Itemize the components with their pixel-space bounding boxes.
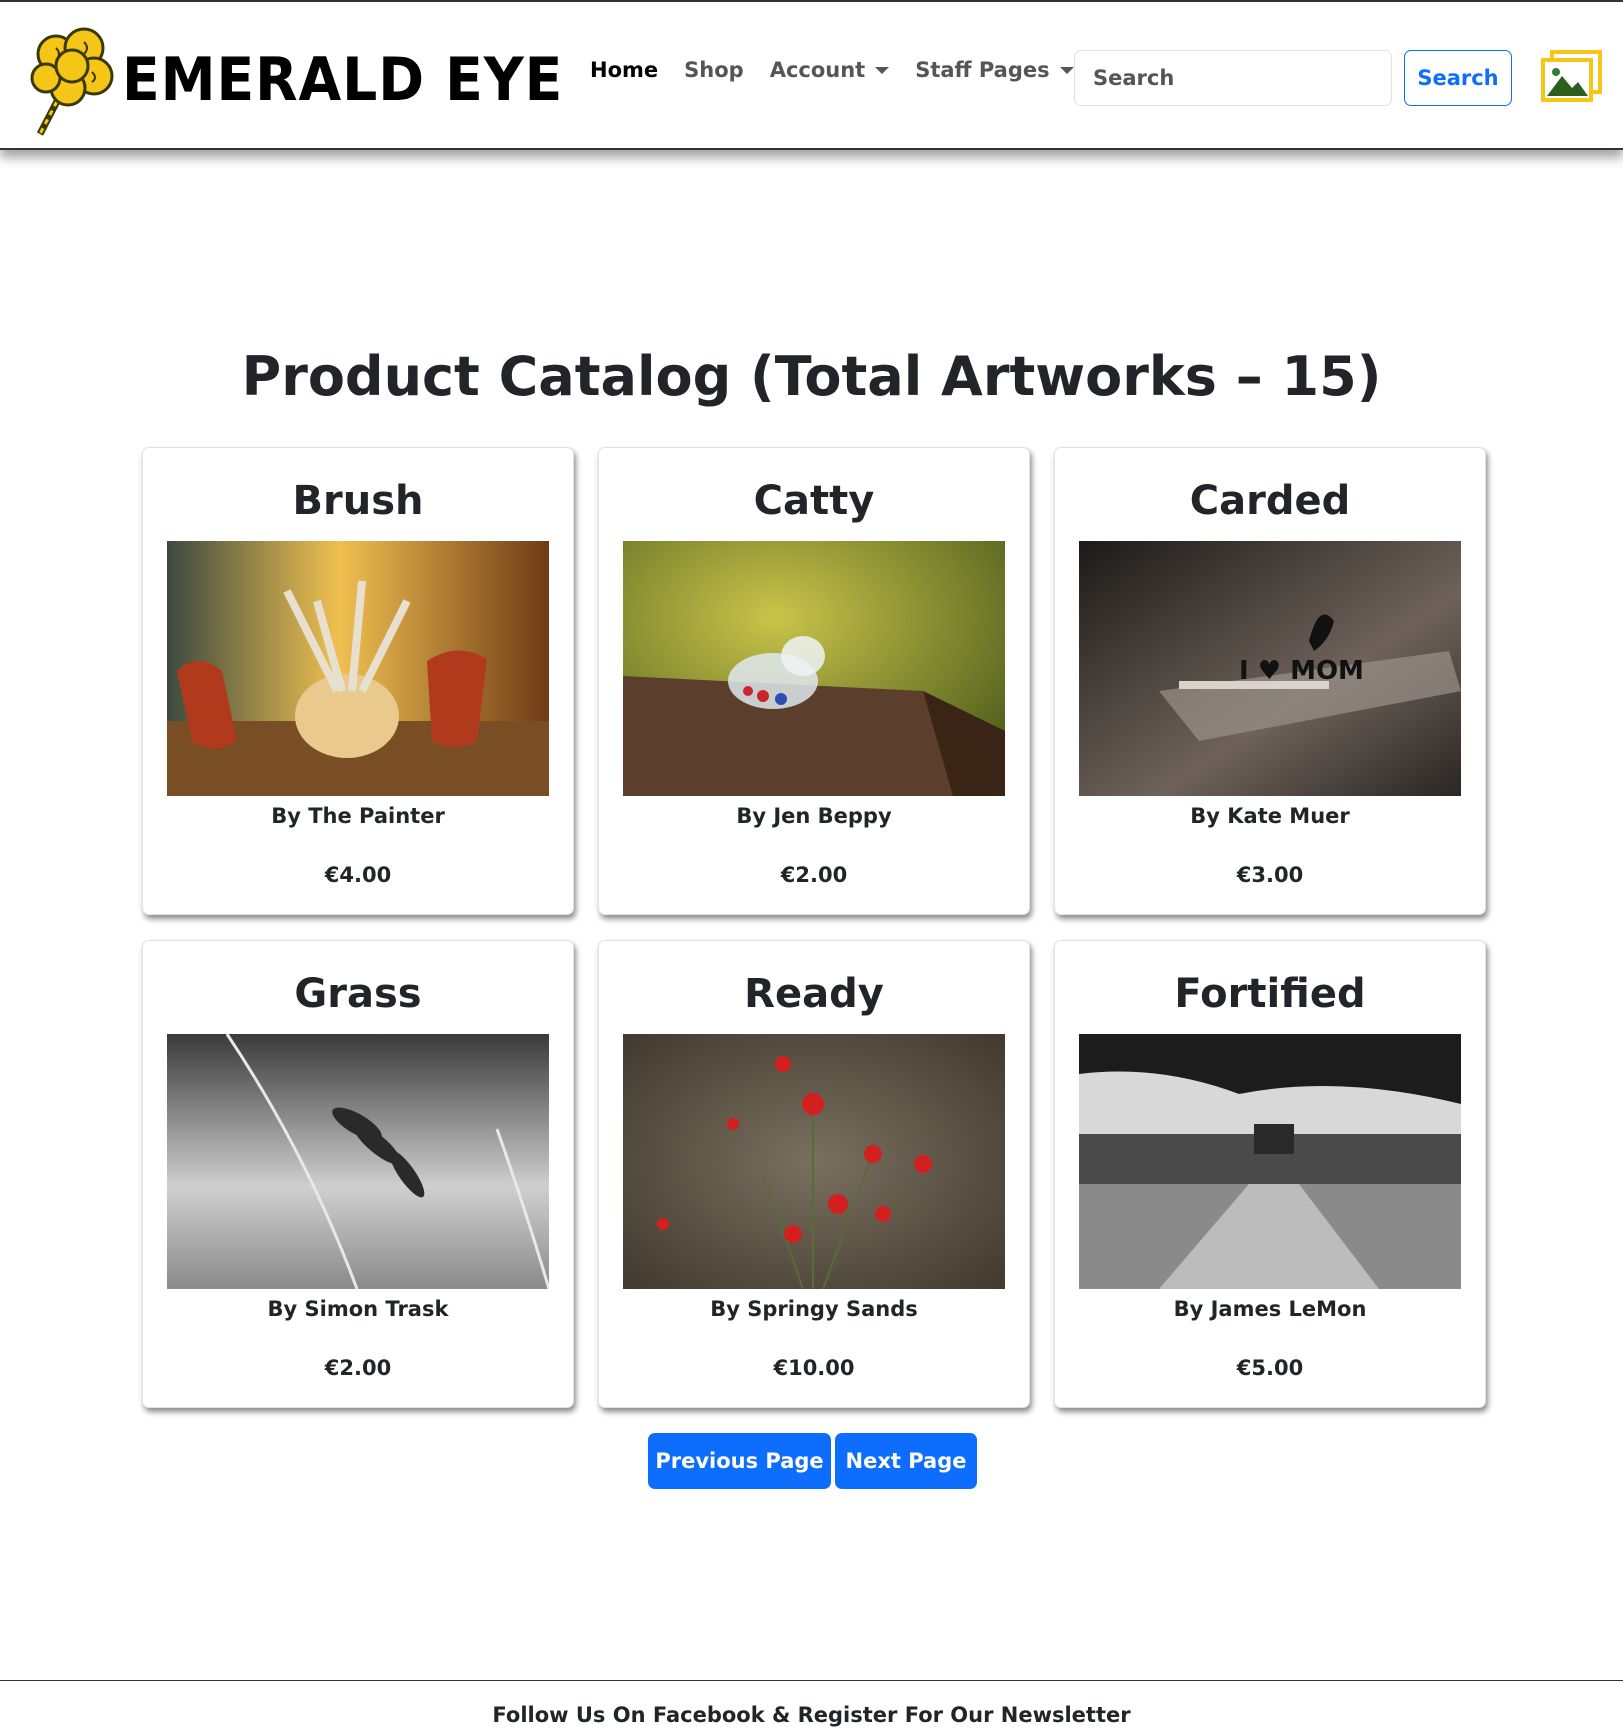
product-title: Fortified: [1174, 971, 1366, 1017]
nav-home-label: Home: [590, 58, 659, 82]
nav-staff-label: Staff Pages: [915, 58, 1050, 82]
product-title: Brush: [292, 478, 424, 524]
product-image[interactable]: [623, 1034, 1005, 1289]
previous-page-button[interactable]: Previous Page: [648, 1433, 831, 1489]
product-card[interactable]: Fortified By James LeMon €5.00: [1054, 940, 1486, 1408]
product-price: €10.00: [773, 1356, 855, 1380]
product-image[interactable]: [1079, 1034, 1461, 1289]
product-image[interactable]: [167, 1034, 549, 1289]
clover-logo-icon: [30, 27, 114, 136]
product-artist: By Springy Sands: [710, 1297, 918, 1321]
nav-account-dropdown[interactable]: Account: [770, 58, 890, 82]
brand-name: EMERALD EYE: [122, 44, 564, 115]
product-title: Ready: [744, 971, 884, 1017]
product-price: €3.00: [1236, 863, 1304, 887]
nav-shop[interactable]: Shop: [684, 58, 744, 82]
product-card[interactable]: Carded I ♥ MOM By Kate Muer €3.00: [1054, 447, 1486, 915]
main-nav: Home Shop Account Staff Pages: [590, 58, 1100, 82]
product-price: €5.00: [1236, 1356, 1304, 1380]
product-card[interactable]: Brush By The Painter €4.00: [142, 447, 574, 915]
nav-staff-dropdown[interactable]: Staff Pages: [915, 58, 1074, 82]
product-price: €4.00: [324, 863, 392, 887]
svg-text:I ♥ MOM: I ♥ MOM: [1239, 656, 1364, 686]
product-price: €2.00: [324, 1356, 392, 1380]
nav-shop-label: Shop: [684, 58, 744, 82]
product-title: Carded: [1189, 478, 1351, 524]
brand-logo-link[interactable]: EMERALD EYE: [26, 22, 602, 137]
footer: Follow Us On Facebook & Register For Our…: [0, 1680, 1623, 1732]
product-artist: By James LeMon: [1173, 1297, 1367, 1321]
caret-down-icon: [1059, 66, 1074, 74]
search-button[interactable]: Search: [1404, 50, 1512, 106]
footer-text: Follow Us On Facebook & Register For Our…: [492, 1703, 1131, 1727]
product-image[interactable]: [167, 541, 549, 796]
page-title: Product Catalog (Total Artworks – 15): [241, 345, 1382, 408]
product-artist: By Simon Trask: [267, 1297, 449, 1321]
nav-account-label: Account: [769, 58, 866, 82]
product-artist: By Kate Muer: [1190, 804, 1350, 828]
product-title: Catty: [753, 478, 875, 524]
navbar: EMERALD EYE Home Shop Account Staff Page…: [0, 0, 1623, 150]
gallery-icon[interactable]: [1540, 50, 1604, 102]
product-card[interactable]: Catty By Jen Beppy €2.00: [598, 447, 1030, 915]
product-title: Grass: [294, 971, 422, 1017]
search-input[interactable]: [1074, 50, 1392, 106]
product-image[interactable]: I ♥ MOM: [1079, 541, 1461, 796]
next-page-button[interactable]: Next Page: [835, 1433, 977, 1489]
product-artist: By Jen Beppy: [736, 804, 892, 828]
caret-down-icon: [875, 66, 890, 74]
nav-home[interactable]: Home: [590, 58, 658, 82]
product-price: €2.00: [780, 863, 848, 887]
product-card[interactable]: Ready By Springy Sands €10.00: [598, 940, 1030, 1408]
product-image[interactable]: [623, 541, 1005, 796]
product-card[interactable]: Grass By Simon Trask €2.00: [142, 940, 574, 1408]
product-artist: By The Painter: [271, 804, 445, 828]
